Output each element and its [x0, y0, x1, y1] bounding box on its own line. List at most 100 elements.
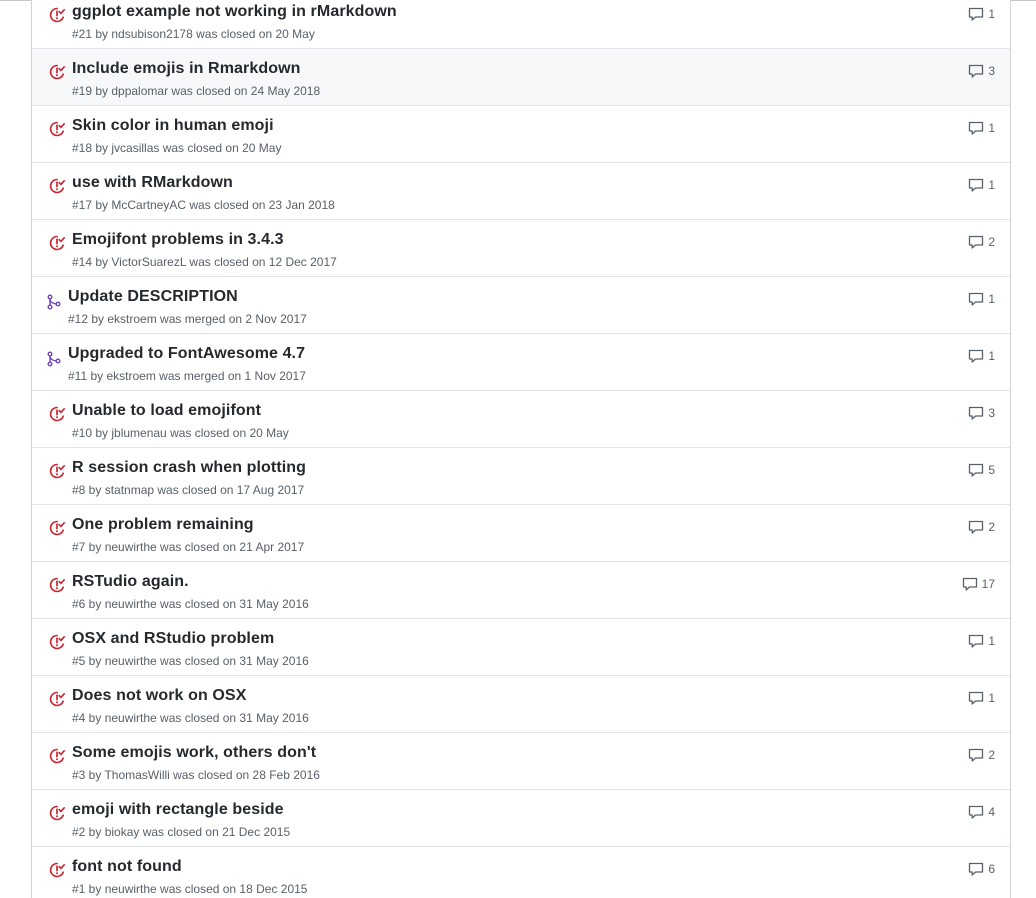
comment-count-link[interactable]: 17 — [962, 576, 995, 592]
issue-title-link[interactable]: OSX and RStudio problem — [72, 630, 274, 648]
issue-closed-icon — [49, 463, 65, 479]
issue-meta: #10 by jblumenau was closed on 20 May — [72, 426, 289, 440]
comment-count: 5 — [988, 463, 995, 477]
issue-row[interactable]: OSX and RStudio problem #5 by neuwirthe w… — [32, 619, 1010, 676]
pull-request-row[interactable]: Update DESCRIPTION #12 by ekstroem was me… — [32, 277, 1010, 334]
comment-count: 1 — [988, 121, 995, 135]
issue-title-link[interactable]: emoji with rectangle beside — [72, 801, 284, 819]
issue-row[interactable]: R session crash when plotting #8 by statn… — [32, 448, 1010, 505]
comment-count-link[interactable]: 2 — [968, 234, 995, 250]
issue-row[interactable]: Include emojis in Rmarkdown #19 by dppalo… — [32, 49, 1010, 106]
issue-row[interactable]: use with RMarkdown #17 by McCartneyAC was… — [32, 163, 1010, 220]
issue-title-link[interactable]: R session crash when plotting — [72, 459, 306, 477]
issues-page: ggplot example not working in rMarkdown #… — [0, 0, 1036, 898]
issue-title-link[interactable]: One problem remaining — [72, 516, 254, 534]
comment-count-link[interactable]: 1 — [968, 291, 995, 307]
issue-row[interactable]: RSTudio again. #6 by neuwirthe was closed… — [32, 562, 1010, 619]
issue-meta: #6 by neuwirthe was closed on 31 May 201… — [72, 597, 309, 611]
issue-meta: #2 by biokay was closed on 21 Dec 2015 — [72, 825, 291, 839]
issue-closed-icon — [49, 805, 65, 821]
issue-closed-icon — [49, 7, 65, 23]
comment-count: 1 — [988, 178, 995, 192]
issue-title-link[interactable]: RSTudio again. — [72, 573, 189, 591]
issue-meta: #5 by neuwirthe was closed on 31 May 201… — [72, 654, 309, 668]
issue-row[interactable]: One problem remaining #7 by neuwirthe was… — [32, 505, 1010, 562]
issue-closed-icon — [49, 520, 65, 536]
comment-count: 17 — [981, 577, 995, 591]
git-merge-icon — [47, 294, 61, 310]
issue-meta: #7 by neuwirthe was closed on 21 Apr 201… — [72, 540, 305, 554]
comment-count-link[interactable]: 1 — [968, 633, 995, 649]
issue-closed-icon — [49, 235, 65, 251]
comment-icon — [968, 63, 984, 79]
issue-closed-icon — [49, 748, 65, 764]
comment-count-link[interactable]: 1 — [968, 120, 995, 136]
issue-title-link[interactable]: Some emojis work, others don't — [72, 744, 316, 762]
issue-meta: #12 by ekstroem was merged on 2 Nov 2017 — [68, 312, 307, 326]
issue-closed-icon — [49, 634, 65, 650]
issue-closed-icon — [49, 64, 65, 80]
issue-row[interactable]: Some emojis work, others don't #3 by Thom… — [32, 733, 1010, 790]
issue-row[interactable]: font not found #1 by neuwirthe was closed… — [32, 847, 1010, 898]
issue-meta: #21 by ndsubison2178 was closed on 20 Ma… — [72, 27, 315, 41]
comment-count-link[interactable]: 6 — [968, 861, 995, 877]
comment-count: 1 — [988, 691, 995, 705]
issue-row[interactable]: Skin color in human emoji #18 by jvcasill… — [32, 106, 1010, 163]
issue-meta: #1 by neuwirthe was closed on 18 Dec 201… — [72, 882, 308, 896]
issue-title-link[interactable]: Does not work on OSX — [72, 687, 246, 705]
comment-icon — [968, 234, 984, 250]
issue-closed-icon — [49, 862, 65, 878]
comment-icon — [968, 6, 984, 22]
comment-count: 2 — [988, 235, 995, 249]
issue-title-link[interactable]: Skin color in human emoji — [72, 117, 274, 135]
comment-icon — [962, 576, 978, 592]
issue-row[interactable]: emoji with rectangle beside #2 by biokay … — [32, 790, 1010, 847]
comment-icon — [968, 690, 984, 706]
issue-title-link[interactable]: Unable to load emojifont — [72, 402, 261, 420]
issue-list: ggplot example not working in rMarkdown #… — [31, 0, 1011, 898]
comment-count-link[interactable]: 3 — [968, 405, 995, 421]
comment-icon — [968, 633, 984, 649]
issue-title-link[interactable]: Update DESCRIPTION — [68, 288, 238, 306]
issue-row[interactable]: Emojifont problems in 3.4.3 #14 by Victor… — [32, 220, 1010, 277]
comment-count-link[interactable]: 3 — [968, 63, 995, 79]
issue-title-link[interactable]: Emojifont problems in 3.4.3 — [72, 231, 284, 249]
issue-row[interactable]: Unable to load emojifont #10 by jblumenau… — [32, 391, 1010, 448]
comment-count-link[interactable]: 4 — [968, 804, 995, 820]
comment-icon — [968, 747, 984, 763]
issue-title-link[interactable]: ggplot example not working in rMarkdown — [72, 3, 397, 21]
comment-icon — [968, 291, 984, 307]
comment-icon — [968, 177, 984, 193]
issue-meta: #3 by ThomasWilli was closed on 28 Feb 2… — [72, 768, 320, 782]
comment-icon — [968, 405, 984, 421]
pull-request-row[interactable]: Upgraded to FontAwesome 4.7 #11 by ekstro… — [32, 334, 1010, 391]
comment-count: 2 — [988, 520, 995, 534]
issue-row[interactable]: ggplot example not working in rMarkdown #… — [32, 0, 1010, 49]
issue-meta: #19 by dppalomar was closed on 24 May 20… — [72, 84, 321, 98]
issue-meta: #14 by VictorSuarezL was closed on 12 De… — [72, 255, 337, 269]
issue-title-link[interactable]: font not found — [72, 858, 182, 876]
issue-title-link[interactable]: Include emojis in Rmarkdown — [72, 60, 301, 78]
comment-count-link[interactable]: 2 — [968, 519, 995, 535]
comment-count: 1 — [988, 292, 995, 306]
comment-count: 4 — [988, 805, 995, 819]
issue-meta: #4 by neuwirthe was closed on 31 May 201… — [72, 711, 309, 725]
comment-count-link[interactable]: 5 — [968, 462, 995, 478]
issue-title-link[interactable]: use with RMarkdown — [72, 174, 233, 192]
issue-meta: #11 by ekstroem was merged on 1 Nov 2017 — [68, 369, 306, 383]
comment-count-link[interactable]: 1 — [968, 690, 995, 706]
comment-count-link[interactable]: 1 — [968, 348, 995, 364]
issue-meta: #17 by McCartneyAC was closed on 23 Jan … — [72, 198, 335, 212]
issue-title-link[interactable]: Upgraded to FontAwesome 4.7 — [68, 345, 305, 363]
issue-meta: #18 by jvcasillas was closed on 20 May — [72, 141, 282, 155]
comment-count-link[interactable]: 2 — [968, 747, 995, 763]
comment-count-link[interactable]: 1 — [968, 6, 995, 22]
comment-icon — [968, 348, 984, 364]
issue-closed-icon — [49, 577, 65, 593]
issue-closed-icon — [49, 178, 65, 194]
issue-closed-icon — [49, 121, 65, 137]
comment-icon — [968, 519, 984, 535]
comment-count-link[interactable]: 1 — [968, 177, 995, 193]
git-merge-icon — [47, 351, 61, 367]
issue-row[interactable]: Does not work on OSX #4 by neuwirthe was … — [32, 676, 1010, 733]
